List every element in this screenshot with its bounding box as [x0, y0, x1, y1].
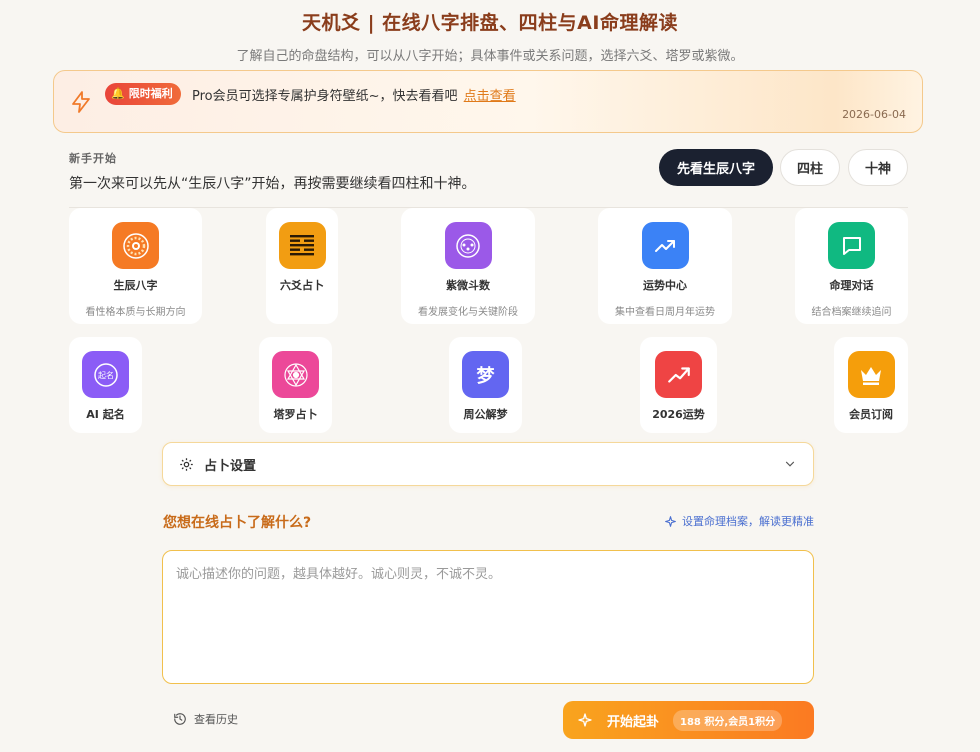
tool-desc: 结合档案继续追问	[811, 307, 892, 318]
chevron-down-icon	[785, 461, 795, 467]
shishen-button[interactable]: 十神	[848, 149, 908, 186]
naming-face-icon: 起名	[82, 351, 129, 398]
bagua-wheel-icon	[112, 222, 159, 269]
tool-chat[interactable]: 命理对话 结合档案继续追问	[795, 208, 908, 324]
hexagram-icon	[278, 222, 326, 269]
page-title: 天机爻 | 在线八字排盘、四柱与AI命理解读	[302, 12, 678, 34]
lightning-icon	[72, 91, 90, 113]
tool-membership[interactable]: 会员订阅	[834, 337, 908, 433]
tool-label: 塔罗占卜	[273, 408, 318, 421]
tool-label: 2026运势	[652, 408, 705, 421]
tool-liuyao[interactable]: 六爻占卜	[266, 208, 338, 324]
ziwei-chart-icon	[444, 222, 492, 269]
tarot-eye-icon	[272, 351, 319, 398]
page-header: 天机爻 | 在线八字排盘、四柱与AI命理解读 了解自己的命盘结构，可以从八字开始…	[0, 8, 980, 64]
tool-label: 生辰八字	[113, 279, 158, 292]
promo-text: Pro会员可选择专属护身符壁纸~，快去看看吧 点击查看	[192, 85, 516, 104]
svg-text:起名: 起名	[98, 370, 114, 380]
starter-text: 第一次来可以先从“生辰八字”开始，再按需要继续看四柱和十神。	[69, 176, 476, 192]
promo-message: Pro会员可选择专属护身符壁纸~，快去看看吧	[192, 89, 458, 104]
tool-desc: 看性格本质与长期方向	[85, 307, 186, 318]
tool-ziwei[interactable]: 紫微斗数 看发展变化与关键阶段	[401, 208, 535, 324]
tool-label: 运势中心	[643, 279, 687, 292]
promo-link[interactable]: 点击查看	[464, 89, 516, 104]
question-title: 您想在线占卜了解什么?	[163, 515, 312, 531]
chat-bubble-icon	[828, 222, 875, 269]
tool-label: 紫微斗数	[446, 279, 490, 292]
dream-icon: 梦	[462, 351, 509, 398]
promo-date: 2026-06-04	[842, 108, 906, 121]
divination-settings-toggle[interactable]: 占卜设置	[162, 442, 814, 486]
start-divination-button[interactable]: 开始起卦 188 积分,会员1积分	[563, 701, 814, 739]
tool-fortune-center[interactable]: 运势中心 集中查看日周月年运势	[598, 208, 732, 324]
sizhu-button[interactable]: 四柱	[780, 149, 840, 186]
history-label: 查看历史	[194, 713, 238, 726]
sparkle-icon	[578, 713, 592, 727]
promo-badge: 🔔 限时福利	[105, 83, 181, 105]
starter-label: 新手开始	[69, 152, 117, 165]
tool-label: 周公解梦	[463, 408, 508, 421]
set-profile-label: 设置命理档案，解读更精准	[682, 515, 814, 528]
tool-label: 六爻占卜	[280, 279, 324, 292]
tool-desc: 看发展变化与关键阶段	[418, 307, 518, 318]
fortune-2026-icon	[655, 351, 702, 398]
cost-badge: 188 积分,会员1积分	[673, 709, 783, 731]
tool-bazi[interactable]: 生辰八字 看性格本质与长期方向	[69, 208, 202, 324]
promo-badge-label: 限时福利	[128, 87, 173, 100]
start-bazi-button[interactable]: 先看生辰八字	[659, 149, 773, 186]
tool-label: 会员订阅	[849, 408, 893, 421]
tool-ai-naming[interactable]: 起名 AI 起名	[69, 337, 142, 433]
settings-label: 占卜设置	[204, 458, 257, 474]
set-profile-link[interactable]: 设置命理档案，解读更精准	[664, 513, 814, 529]
view-history-button[interactable]: 查看历史	[173, 711, 238, 727]
tool-tarot[interactable]: 塔罗占卜	[259, 337, 332, 433]
promo-banner: 🔔 限时福利 Pro会员可选择专属护身符壁纸~，快去看看吧 点击查看 2026-…	[53, 70, 923, 133]
question-input[interactable]	[162, 550, 814, 684]
tool-fortune-2026[interactable]: 2026运势	[640, 337, 717, 433]
tool-label: 命理对话	[829, 279, 874, 292]
tool-desc: 集中查看日周月年运势	[615, 307, 715, 318]
tool-dream[interactable]: 梦 周公解梦	[449, 337, 522, 433]
gear-icon	[180, 457, 193, 471]
bell-icon: 🔔	[111, 87, 125, 100]
trend-up-icon	[641, 222, 689, 269]
crown-icon	[847, 351, 895, 398]
sparkle-icon	[665, 515, 676, 527]
start-label: 开始起卦	[607, 714, 660, 730]
page-subtitle: 了解自己的命盘结构，可以从八字开始；具体事件或关系问题，选择六爻、塔罗或紫微。	[236, 49, 744, 64]
history-icon	[174, 713, 186, 725]
tool-label: AI 起名	[86, 408, 125, 421]
